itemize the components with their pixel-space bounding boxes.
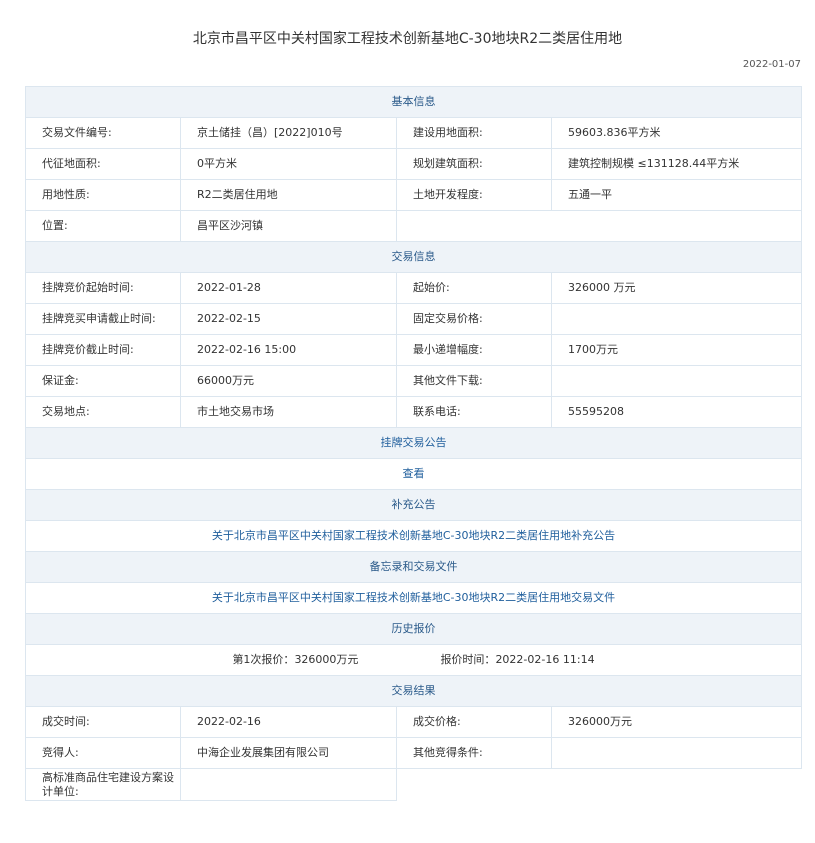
- history-entry: 第1次报价：326000万元 报价时间：2022-02-16 11:14: [25, 644, 802, 676]
- field-value: 2022-02-15: [180, 303, 397, 335]
- field-value: 326000 万元: [551, 272, 802, 304]
- field-value: 京土储挂（昌）[2022]010号: [180, 117, 397, 149]
- land-info-table: 基本信息 交易文件编号: 京土储挂（昌）[2022]010号 建设用地面积: 5…: [25, 86, 802, 801]
- supplement-link[interactable]: 关于北京市昌平区中关村国家工程技术创新基地C-30地块R2二类居住用地补充公告: [212, 529, 615, 542]
- field-value: 55595208: [551, 396, 802, 428]
- history-time-value: 2022-02-16 11:14: [495, 653, 595, 666]
- field-label: 竞得人:: [25, 737, 181, 769]
- field-value: 昌平区沙河镇: [180, 210, 397, 242]
- announcement-header-text: 挂牌交易公告: [380, 436, 447, 449]
- field-label: 挂牌竞价截止时间:: [25, 334, 181, 366]
- field-label: 固定交易价格:: [396, 303, 552, 335]
- field-label: 起始价:: [396, 272, 552, 304]
- announcement-view-cell: 查看: [25, 458, 802, 490]
- section-header-basic: 基本信息: [25, 86, 802, 118]
- page-title: 北京市昌平区中关村国家工程技术创新基地C-30地块R2二类居住用地: [192, 31, 623, 47]
- field-value: 2022-02-16 15:00: [180, 334, 397, 366]
- publish-date: 2022-01-07: [742, 59, 801, 70]
- field-value: 326000万元: [551, 706, 802, 738]
- field-value: 0平方米: [180, 148, 397, 180]
- field-label: 土地开发程度:: [396, 179, 552, 211]
- field-label: 其他竞得条件:: [396, 737, 552, 769]
- field-value: 建筑控制规模 ≤131128.44平方米: [551, 148, 802, 180]
- field-value: 2022-01-28: [180, 272, 397, 304]
- field-label: 建设用地面积:: [396, 117, 552, 149]
- field-label: 位置:: [25, 210, 181, 242]
- field-label: 规划建筑面积:: [396, 148, 552, 180]
- field-value: 市土地交易市场: [180, 396, 397, 428]
- field-value: 59603.836平方米: [551, 117, 802, 149]
- field-label: 挂牌竞买申请截止时间:: [25, 303, 181, 335]
- section-header-supplement: 补充公告: [25, 489, 802, 521]
- trade-file-link[interactable]: 关于北京市昌平区中关村国家工程技术创新基地C-30地块R2二类居住用地交易文件: [212, 591, 615, 604]
- supplement-cell: 关于北京市昌平区中关村国家工程技术创新基地C-30地块R2二类居住用地补充公告: [25, 520, 802, 552]
- field-label: 高标准商品住宅建设方案设计单位:: [25, 768, 181, 801]
- field-value: [551, 737, 802, 769]
- history-entry-label: 第1次报价：: [232, 653, 295, 666]
- field-value: 66000万元: [180, 365, 397, 397]
- field-value: [180, 768, 397, 801]
- field-label: 最小递增幅度:: [396, 334, 552, 366]
- field-value: 1700万元: [551, 334, 802, 366]
- view-announcement-link[interactable]: 查看: [403, 467, 425, 480]
- field-value: 2022-02-16: [180, 706, 397, 738]
- history-entry-price: 326000万元: [294, 653, 359, 666]
- file-download-cell[interactable]: [551, 365, 802, 397]
- history-time-label: 报价时间：: [440, 653, 496, 666]
- field-value: 五通一平: [551, 179, 802, 211]
- section-header-announcement: 挂牌交易公告: [25, 427, 802, 459]
- field-label: 其他文件下载:: [396, 365, 552, 397]
- field-label: 交易地点:: [25, 396, 181, 428]
- field-label: 联系电话:: [396, 396, 552, 428]
- field-label: 成交时间:: [25, 706, 181, 738]
- field-label: 代征地面积:: [25, 148, 181, 180]
- section-header-memo: 备忘录和交易文件: [25, 551, 802, 583]
- blank-area: [396, 768, 802, 801]
- section-header-trade: 交易信息: [25, 241, 802, 273]
- field-label: 成交价格:: [396, 706, 552, 738]
- field-value: 中海企业发展集团有限公司: [180, 737, 397, 769]
- field-label: 交易文件编号:: [25, 117, 181, 149]
- memo-cell: 关于北京市昌平区中关村国家工程技术创新基地C-30地块R2二类居住用地交易文件: [25, 582, 802, 614]
- field-label: 用地性质:: [25, 179, 181, 211]
- field-label: 挂牌竞价起始时间:: [25, 272, 181, 304]
- field-value: R2二类居住用地: [180, 179, 397, 211]
- field-value: [551, 303, 802, 335]
- section-header-history: 历史报价: [25, 613, 802, 645]
- field-label: 保证金:: [25, 365, 181, 397]
- empty-cell: [396, 210, 802, 242]
- section-header-result: 交易结果: [25, 675, 802, 707]
